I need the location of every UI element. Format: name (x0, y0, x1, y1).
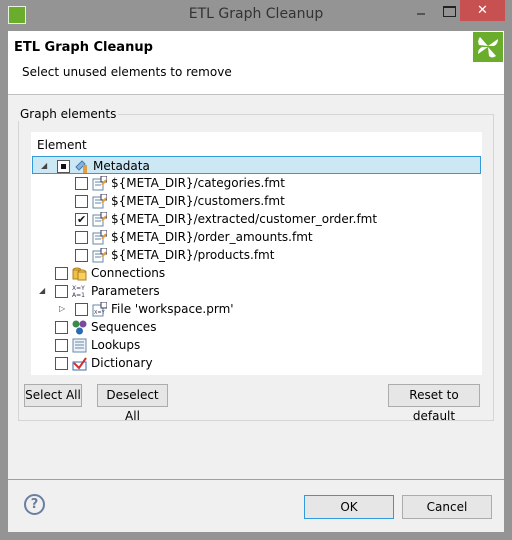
tree-row[interactable]: ◢ X=Y A=1 Parameters (31, 282, 482, 300)
row-checkbox[interactable] (57, 160, 70, 173)
footer-separator (8, 479, 504, 480)
svg-text:X=Y: X=Y (72, 285, 85, 292)
collapse-twisty-icon[interactable]: ◢ (39, 287, 47, 295)
row-checkbox[interactable] (75, 249, 88, 262)
dialog-window: ETL Graph Cleanup ✕ ETL Graph Cleanup Se… (0, 0, 512, 540)
row-label: Lookups (91, 338, 141, 352)
lookups-icon (72, 338, 87, 353)
help-icon[interactable]: ? (24, 494, 45, 515)
metadata-file-icon (92, 193, 108, 209)
maximize-button[interactable] (436, 0, 462, 21)
row-checkbox[interactable] (75, 303, 88, 316)
row-label: ${META_DIR}/customers.fmt (111, 194, 285, 208)
parameters-icon: X=Y A=1 (72, 284, 87, 299)
title-bar[interactable]: ETL Graph Cleanup ✕ (0, 0, 512, 31)
row-label: ${META_DIR}/categories.fmt (111, 176, 285, 190)
row-checkbox[interactable] (55, 285, 68, 298)
row-label: Metadata (93, 159, 150, 173)
reset-to-default-button[interactable]: Reset to default (388, 384, 480, 423)
collapse-twisty-icon[interactable]: ◢ (41, 162, 49, 170)
elements-tree[interactable]: Element ◢ Metadata ${META_DIR}/categories.… (31, 132, 482, 375)
svg-text:A=1: A=1 (72, 292, 85, 299)
minimize-button[interactable] (408, 0, 434, 21)
row-checkbox[interactable] (55, 357, 68, 370)
clover-logo-icon (473, 32, 503, 62)
tree-row[interactable]: ${META_DIR}/order_amounts.fmt (31, 228, 482, 246)
metadata-file-icon (92, 175, 108, 191)
expand-twisty-icon[interactable]: ▷ (59, 305, 67, 313)
row-checkbox[interactable] (55, 339, 68, 352)
row-checkbox[interactable] (55, 267, 68, 280)
row-checkbox[interactable] (75, 211, 88, 229)
tree-row[interactable]: Lookups (31, 336, 482, 354)
row-label: Parameters (91, 284, 160, 298)
select-all-button[interactable]: Select All (24, 384, 82, 407)
connections-icon (72, 266, 87, 281)
row-checkbox[interactable] (55, 321, 68, 334)
dictionary-icon (72, 356, 87, 371)
cancel-button[interactable]: Cancel (402, 495, 492, 519)
metadata-file-icon (92, 211, 108, 227)
close-button[interactable]: ✕ (460, 0, 505, 21)
tree-row[interactable]: ▷ X=Y File 'workspace.prm' (31, 300, 482, 318)
row-label: ${META_DIR}/extracted/customer_order.fmt (111, 212, 378, 226)
row-label: Connections (91, 266, 166, 280)
row-label: Sequences (91, 320, 157, 334)
row-checkbox[interactable] (75, 195, 88, 208)
svg-text:X=Y: X=Y (94, 310, 106, 316)
row-checkbox[interactable] (75, 231, 88, 244)
metadata-icon (74, 159, 89, 174)
parameter-file-icon: X=Y (92, 301, 108, 317)
row-label: File 'workspace.prm' (111, 302, 234, 316)
dialog-header: ETL Graph Cleanup Select unused elements… (8, 31, 504, 95)
dialog-subtitle: Select unused elements to remove (22, 65, 232, 79)
row-label: Dictionary (91, 356, 153, 370)
graph-elements-label: Graph elements (18, 107, 119, 121)
row-label: ${META_DIR}/products.fmt (111, 248, 275, 262)
metadata-file-icon (92, 247, 108, 263)
ok-button[interactable]: OK (304, 495, 394, 519)
row-checkbox[interactable] (75, 177, 88, 190)
tree-row[interactable]: Dictionary (31, 354, 482, 372)
tree-row[interactable]: ${META_DIR}/customers.fmt (31, 192, 482, 210)
tree-row[interactable]: Connections (31, 264, 482, 282)
metadata-file-icon (92, 229, 108, 245)
tree-row[interactable]: Sequences (31, 318, 482, 336)
dialog-title: ETL Graph Cleanup (14, 40, 153, 55)
row-label: ${META_DIR}/order_amounts.fmt (111, 230, 313, 244)
tree-row[interactable]: ◢ Metadata (32, 156, 481, 174)
column-header-element[interactable]: Element (37, 138, 87, 152)
sequences-icon (72, 320, 87, 335)
tree-row[interactable]: ${META_DIR}/categories.fmt (31, 174, 482, 192)
deselect-all-button[interactable]: Deselect All (97, 384, 168, 423)
tree-row[interactable]: ${META_DIR}/products.fmt (31, 246, 482, 264)
dialog-client: ETL Graph Cleanup Select unused elements… (8, 31, 504, 532)
tree-row[interactable]: ${META_DIR}/extracted/customer_order.fmt (31, 210, 482, 229)
